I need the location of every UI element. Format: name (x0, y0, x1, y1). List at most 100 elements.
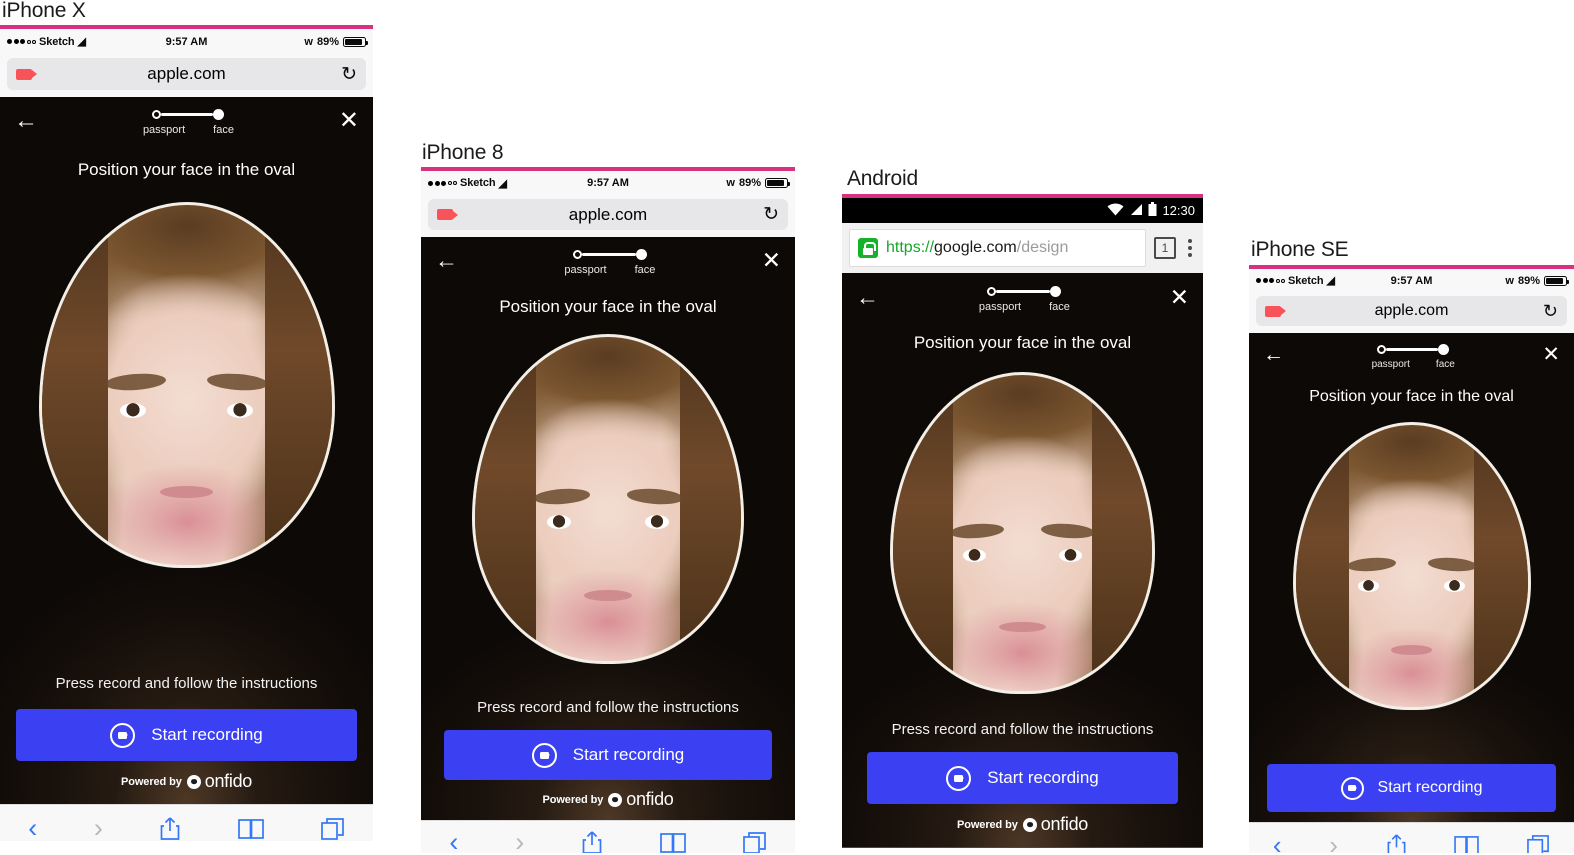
step-progress: passport face (38, 109, 339, 136)
powered-by-text: Powered by (542, 793, 604, 806)
signal-icon (1129, 203, 1143, 219)
device-screen: Sketch ◢ 9:57 AM w 89% apple.com ↻ ← pas… (0, 29, 373, 842)
tabs-icon[interactable] (742, 831, 767, 854)
onfido-wordmark: onfido (626, 789, 674, 810)
forward-icon[interactable]: › (94, 813, 103, 841)
capture-headline: Position your face in the oval (913, 333, 1132, 353)
capture-headline: Position your face in the oval (499, 297, 717, 317)
step-progress: passport face (1284, 344, 1542, 370)
eyebrow-right (206, 372, 269, 393)
status-time: 12:30 (1162, 203, 1195, 219)
device-frame-iphone-x: iPhone X Sketch ◢ 9:57 AM w 89% apple.co… (0, 0, 373, 842)
eyebrow-right (626, 487, 683, 506)
device-frame-iphone-8: iPhone 8 Sketch ◢ 9:57 AM w 89% apple.co… (421, 141, 795, 854)
wifi-icon: ◢ (1326, 275, 1335, 288)
close-icon[interactable]: ✕ (1542, 344, 1560, 365)
step-knob-face-icon[interactable] (635, 249, 647, 261)
powered-by-onfido: Powered by onfido (867, 814, 1178, 835)
arrow-left-icon[interactable]: ← (1263, 344, 1284, 365)
onfido-capture-view: ← passport face ✕ Position your face in … (421, 237, 795, 821)
battery-icon (1148, 202, 1157, 219)
bookmarks-icon[interactable] (659, 832, 686, 854)
signal-dots-icon (428, 180, 457, 186)
step-knob-passport-icon[interactable] (572, 250, 582, 260)
powered-by-onfido: Powered by onfido (16, 771, 357, 792)
back-icon[interactable]: ‹ (28, 813, 37, 841)
share-icon[interactable] (581, 830, 603, 854)
chrome-omnibox-row: https://google.com/design 1 (842, 223, 1203, 274)
safari-address-bar[interactable]: apple.com ↻ (421, 195, 795, 238)
device-label: iPhone X (2, 0, 86, 22)
capture-footer: Press record and follow the instructions… (842, 721, 1203, 835)
android-status-bar: 12:30 (842, 198, 1203, 224)
video-camera-icon (946, 765, 972, 791)
eyebrow-left (949, 521, 1005, 540)
start-recording-button[interactable]: Start recording (867, 752, 1178, 805)
device-screen: Sketch ◢ 9:57 AM w 89% apple.com ↻ ← pas… (1249, 269, 1574, 854)
face-oval-guide (890, 372, 1155, 695)
tab-count-button[interactable]: 1 (1154, 237, 1176, 260)
start-recording-label: Start recording (1377, 779, 1483, 797)
capture-header: ← passport face ✕ (421, 237, 795, 277)
device-label: iPhone SE (1251, 238, 1349, 261)
overflow-menu-icon[interactable] (1184, 239, 1196, 258)
hair-right (1474, 425, 1528, 708)
record-instruction: Press record and follow the instructions (55, 675, 318, 693)
step-knob-face-icon[interactable] (1438, 344, 1450, 356)
eye-right (227, 403, 254, 419)
progress-line (581, 253, 636, 256)
forward-icon[interactable]: › (1329, 830, 1338, 854)
hair-right (679, 337, 741, 662)
close-icon[interactable]: ✕ (762, 249, 781, 272)
close-icon[interactable]: ✕ (1170, 286, 1189, 309)
safari-address-bar[interactable]: apple.com ↻ (1249, 292, 1574, 334)
start-recording-label: Start recording (151, 725, 263, 745)
url-text: apple.com (1374, 302, 1449, 320)
forward-icon[interactable]: › (515, 827, 524, 853)
capture-footer: Press record and follow the instructions… (421, 699, 795, 810)
step-knob-passport-icon[interactable] (987, 287, 997, 297)
hair-left (1295, 425, 1349, 708)
onfido-mark-icon (608, 792, 623, 807)
bookmarks-icon[interactable] (238, 818, 264, 840)
onfido-wordmark: onfido (1040, 814, 1089, 835)
tabs-icon[interactable] (320, 817, 345, 841)
progress-track (572, 249, 647, 261)
step-knob-face-icon[interactable] (1050, 286, 1062, 298)
safari-address-bar[interactable]: apple.com ↻ (0, 54, 373, 98)
back-icon[interactable]: ‹ (449, 827, 458, 853)
step-knob-passport-icon[interactable] (1377, 345, 1387, 355)
eyebrow-left (1346, 555, 1396, 572)
battery-percent: 89% (1517, 274, 1540, 287)
step-label-face: face (213, 124, 234, 137)
wifi-icon: ◢ (77, 36, 86, 49)
arrow-left-icon[interactable]: ← (856, 286, 879, 309)
start-recording-button[interactable]: Start recording (16, 709, 357, 762)
ios-status-bar: Sketch ◢ 9:57 AM w 89% (1249, 269, 1574, 293)
back-icon[interactable]: ‹ (1273, 830, 1282, 854)
eye-right (645, 515, 670, 529)
status-time: 9:57 AM (165, 35, 208, 48)
step-knob-face-icon[interactable] (213, 109, 225, 121)
close-icon[interactable]: ✕ (339, 109, 359, 133)
start-recording-button[interactable]: Start recording (444, 730, 772, 781)
step-knob-passport-icon[interactable] (152, 110, 162, 120)
face-oval-container (842, 372, 1203, 695)
powered-by-text: Powered by (121, 775, 182, 788)
hair-left (893, 375, 953, 692)
battery-percent: 89% (738, 177, 761, 190)
lips (1390, 645, 1433, 655)
arrow-left-icon[interactable]: ← (14, 109, 38, 133)
bookmarks-icon[interactable] (1454, 835, 1480, 854)
start-recording-button[interactable]: Start recording (1267, 764, 1556, 813)
device-label: iPhone 8 (422, 141, 504, 164)
tabs-icon[interactable] (1527, 834, 1550, 854)
chrome-omnibox[interactable]: https://google.com/design (849, 229, 1146, 268)
eyebrow-right (1427, 555, 1477, 572)
device-frame-iphone-se: iPhone SE Sketch ◢ 9:57 AM w 89% apple.c… (1249, 238, 1574, 854)
arrow-left-icon[interactable]: ← (435, 249, 458, 272)
share-icon[interactable] (159, 816, 181, 841)
capture-footer: Press record and follow the instructions… (0, 675, 373, 792)
share-icon[interactable] (1386, 833, 1407, 854)
eye-right (1444, 580, 1465, 592)
